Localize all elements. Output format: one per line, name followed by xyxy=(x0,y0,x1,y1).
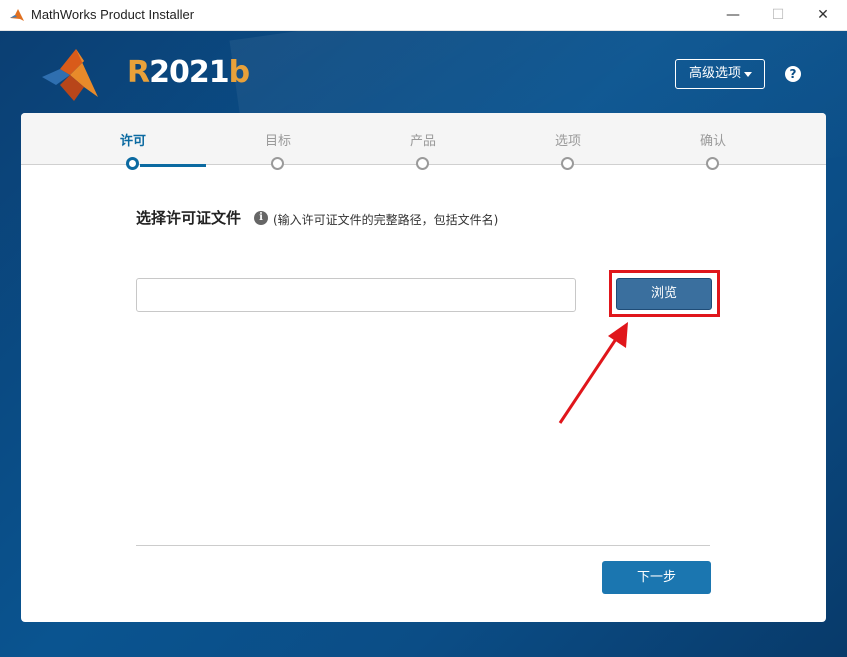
hint-text: (输入许可证文件的完整路径，包括文件名) xyxy=(273,213,499,227)
next-button[interactable]: 下一步 xyxy=(602,561,711,594)
step-options: 选项 xyxy=(518,113,618,170)
installer-background: R2021b 高级选项 ? 许可 目标 产品 选项 确认 选择许可证文件 i (… xyxy=(0,31,847,657)
annotation-arrow-icon xyxy=(558,322,628,424)
divider xyxy=(136,545,710,546)
caret-down-icon xyxy=(744,72,752,77)
help-icon[interactable]: ? xyxy=(785,66,801,82)
step-label: 确认 xyxy=(699,134,726,149)
release-b: b xyxy=(228,55,251,90)
matlab-app-icon xyxy=(10,9,24,21)
release-number: 2021 xyxy=(149,55,229,90)
maximize-button[interactable]: ☐ xyxy=(755,0,801,31)
step-license: 许可 xyxy=(83,113,183,170)
step-progress-bar xyxy=(140,164,206,167)
info-icon[interactable]: i xyxy=(254,211,268,225)
step-dot xyxy=(416,157,429,170)
section-title: 选择许可证文件 xyxy=(136,209,242,227)
step-dot xyxy=(126,157,139,170)
step-confirm: 确认 xyxy=(663,113,763,170)
step-dot xyxy=(706,157,719,170)
release-label: R2021b xyxy=(127,55,251,90)
close-button[interactable]: ✕ xyxy=(800,0,846,31)
license-file-path-input[interactable] xyxy=(136,278,576,312)
step-indicator: 许可 目标 产品 选项 确认 xyxy=(21,113,826,170)
release-r: R xyxy=(127,55,150,90)
step-dot xyxy=(271,157,284,170)
matlab-logo-icon xyxy=(42,49,98,101)
window-title: MathWorks Product Installer xyxy=(31,7,195,22)
step-dot xyxy=(561,157,574,170)
step-label: 选项 xyxy=(554,134,581,149)
step-label: 许可 xyxy=(119,134,146,149)
step-destination: 目标 xyxy=(228,113,328,170)
main-panel: 许可 目标 产品 选项 确认 选择许可证文件 i (输入许可证文件的完整路径，包… xyxy=(21,113,826,622)
minimize-button[interactable]: — xyxy=(710,0,756,31)
browse-button[interactable]: 浏览 xyxy=(616,278,712,310)
step-products: 产品 xyxy=(373,113,473,170)
step-label: 产品 xyxy=(409,134,436,149)
advanced-options-label: 高级选项 xyxy=(689,66,742,81)
advanced-options-dropdown[interactable]: 高级选项 xyxy=(675,59,765,89)
title-bar: MathWorks Product Installer — ☐ ✕ xyxy=(0,0,847,31)
step-label: 目标 xyxy=(264,134,291,149)
